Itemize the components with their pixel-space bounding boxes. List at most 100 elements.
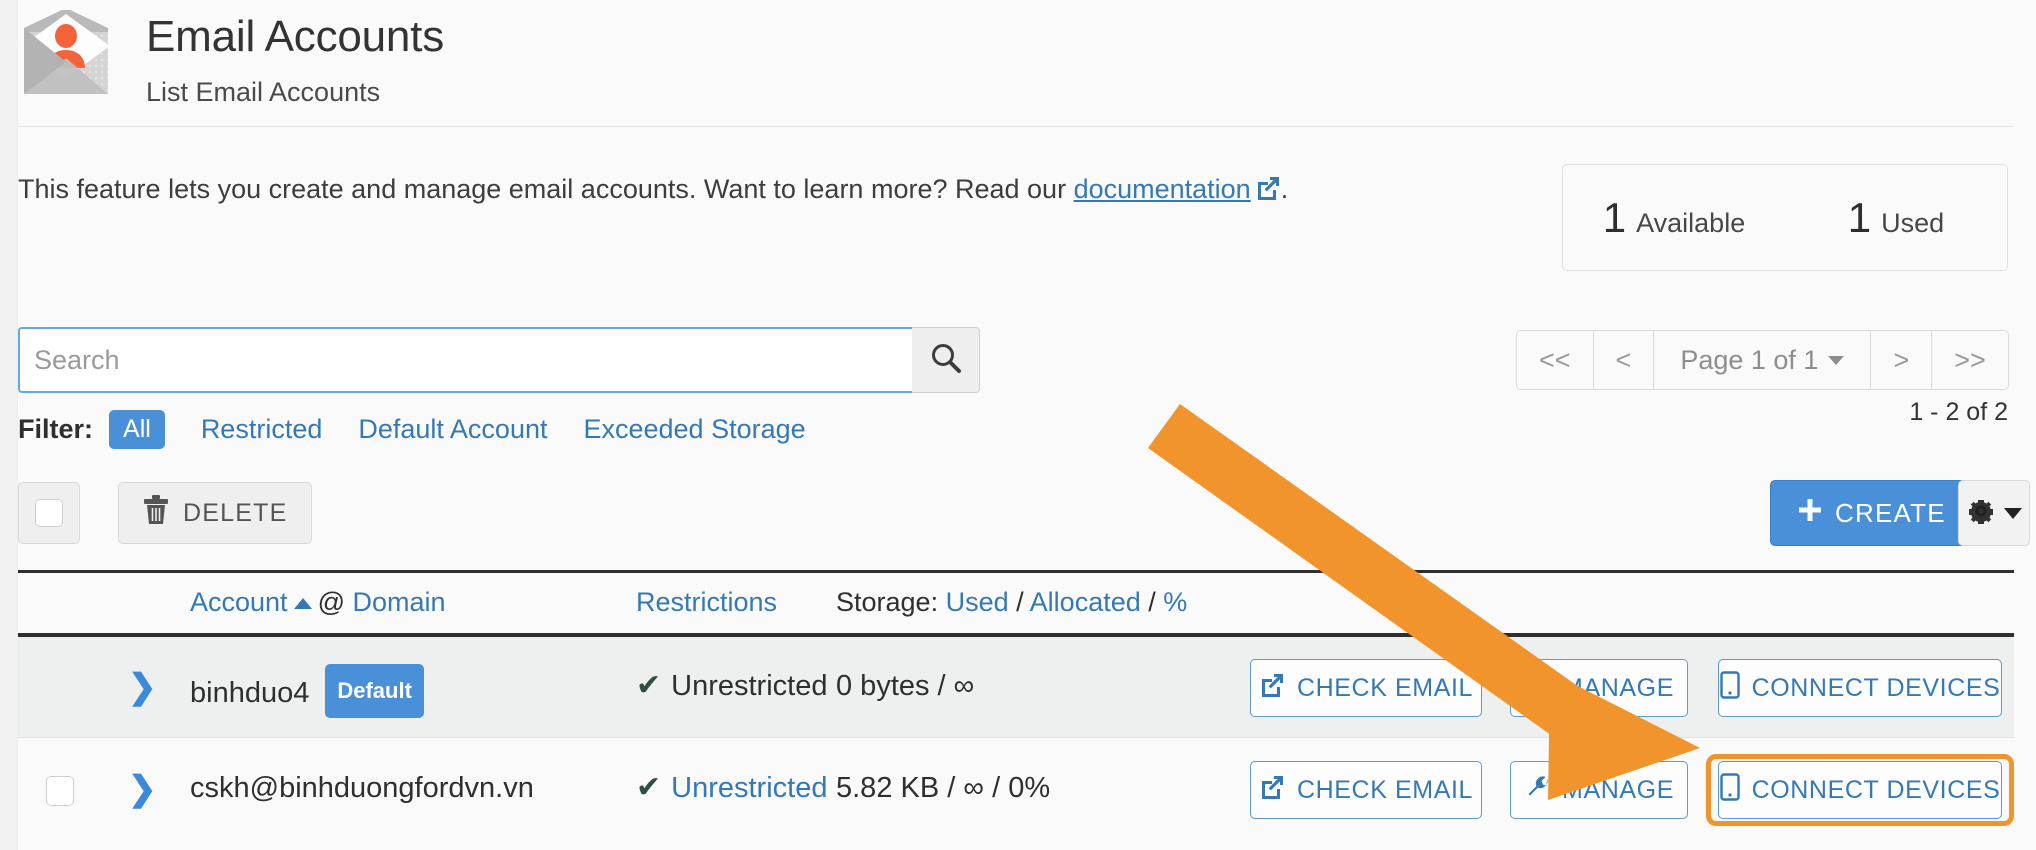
counter-available: 1 Available: [1563, 194, 1785, 242]
connect-devices-button[interactable]: CONNECT DEVICES: [1718, 761, 2002, 819]
intro-text-after: .: [1281, 174, 1289, 204]
filter-exceeded-storage[interactable]: Exceeded Storage: [583, 414, 805, 445]
expand-row-icon[interactable]: ❯: [128, 663, 157, 711]
header-divider: [18, 126, 2014, 127]
check-icon: ✔: [636, 771, 661, 804]
create-button-label: CREATE: [1835, 498, 1946, 529]
settings-dropdown-button[interactable]: [1958, 480, 2030, 546]
filter-label: Filter:: [18, 414, 93, 445]
intro-text-before: This feature lets you create and manage …: [18, 174, 1074, 204]
check-email-label: CHECK EMAIL: [1297, 776, 1473, 805]
plus-icon: [1797, 497, 1823, 530]
check-email-label: CHECK EMAIL: [1297, 674, 1473, 703]
column-header-account: Account @ Domain: [190, 587, 446, 618]
counter-available-number: 1: [1603, 194, 1626, 241]
pagination-next[interactable]: >: [1871, 331, 1932, 389]
connect-devices-label: CONNECT DEVICES: [1752, 776, 2001, 805]
row-restrictions-label[interactable]: Unrestricted: [671, 772, 827, 804]
row-restrictions: ✔ Unrestricted: [636, 664, 827, 708]
account-counters: 1 Available 1 Used: [1562, 164, 2008, 271]
row-account: cskh@binhduongfordvn.vn: [190, 766, 534, 810]
search-bar: [18, 327, 980, 393]
check-email-button[interactable]: CHECK EMAIL: [1250, 659, 1482, 717]
row-restrictions: ✔ Unrestricted: [636, 766, 827, 810]
external-link-icon: [1259, 774, 1285, 807]
connect-devices-button[interactable]: CONNECT DEVICES: [1718, 659, 2002, 717]
column-header-storage-prefix: Storage:: [836, 587, 938, 617]
pagination-page-label: Page 1 of 1: [1680, 345, 1818, 376]
page-title: Email Accounts: [146, 10, 444, 64]
chevron-down-icon: [2004, 508, 2022, 519]
counter-used-number: 1: [1848, 194, 1871, 241]
gear-icon: [1966, 496, 1996, 531]
trash-icon: [143, 495, 169, 532]
check-icon: ✔: [636, 669, 661, 702]
row-account-name: cskh@binhduongfordvn.vn: [190, 772, 534, 804]
email-account-icon: [22, 10, 110, 98]
external-link-icon: [1259, 672, 1285, 705]
column-header-storage-used[interactable]: Used: [946, 587, 1009, 617]
chevron-down-icon: [1828, 356, 1844, 365]
page-header: Email Accounts List Email Accounts: [18, 0, 2036, 126]
row-account: binhduo4 Default: [190, 664, 424, 718]
column-header-account-label[interactable]: Account: [190, 587, 288, 617]
check-email-button[interactable]: CHECK EMAIL: [1250, 761, 1482, 819]
counter-available-label: Available: [1636, 208, 1745, 238]
delete-button[interactable]: DELETE: [118, 482, 312, 544]
wrench-icon: [1524, 774, 1550, 807]
page-content: Email Accounts List Email Accounts This …: [18, 0, 2036, 850]
expand-row-icon[interactable]: ❯: [128, 765, 157, 813]
storage-sep-1: /: [1016, 587, 1024, 617]
pagination: << < Page 1 of 1 > >>: [1516, 330, 2009, 390]
pagination-range: 1 - 2 of 2: [1909, 398, 2008, 427]
mobile-device-icon: [1720, 773, 1740, 808]
pagination-page-select[interactable]: Page 1 of 1: [1654, 331, 1871, 389]
row-storage: 0 bytes / ∞: [836, 664, 974, 708]
table-row: ❯ binhduo4 Default ✔ Unrestricted 0 bytes …: [18, 637, 2014, 738]
table-header: Account @ Domain Restrictions Storage: Us…: [18, 573, 2014, 633]
page-root: Email Accounts List Email Accounts This …: [0, 0, 2036, 850]
external-link-icon[interactable]: [1255, 175, 1281, 209]
sort-ascending-icon: [294, 598, 312, 609]
counter-used-label: Used: [1881, 208, 1944, 238]
create-button[interactable]: CREATE: [1770, 480, 1973, 546]
row-storage: 5.82 KB / ∞ / 0%: [836, 766, 1050, 810]
search-icon: [929, 341, 963, 380]
row-account-name: binhduo4: [190, 677, 309, 709]
column-header-domain[interactable]: Domain: [353, 587, 446, 617]
column-header-storage-allocated[interactable]: Allocated: [1030, 587, 1141, 617]
connect-devices-label: CONNECT DEVICES: [1752, 674, 2001, 703]
table-row: ❯ cskh@binhduongfordvn.vn ✔Unrestricted …: [18, 739, 2014, 840]
filter-bar: Filter: All Restricted Default Account E…: [18, 408, 806, 450]
intro-text: This feature lets you create and manage …: [18, 172, 1288, 209]
column-header-restrictions[interactable]: Restrictions: [636, 587, 777, 618]
pagination-last[interactable]: >>: [1932, 331, 2008, 389]
page-subtitle: List Email Accounts: [146, 76, 380, 108]
filter-restricted[interactable]: Restricted: [201, 414, 323, 445]
left-gutter: [0, 0, 18, 850]
mobile-device-icon: [1720, 671, 1740, 706]
row-restrictions-label: Unrestricted: [671, 670, 827, 702]
pagination-first[interactable]: <<: [1517, 331, 1594, 389]
row-checkbox[interactable]: [46, 776, 74, 806]
manage-button[interactable]: MANAGE: [1510, 659, 1688, 717]
filter-default-account[interactable]: Default Account: [358, 414, 547, 445]
column-header-at: @: [318, 587, 345, 617]
column-header-storage-percent[interactable]: %: [1163, 587, 1187, 617]
manage-label: MANAGE: [1562, 776, 1674, 805]
manage-label: MANAGE: [1562, 674, 1674, 703]
wrench-icon: [1524, 672, 1550, 705]
select-all-checkbox[interactable]: [18, 482, 80, 544]
storage-sep-2: /: [1148, 587, 1156, 617]
counter-used: 1 Used: [1785, 194, 2007, 242]
delete-button-label: DELETE: [183, 499, 287, 528]
default-account-badge: Default: [325, 664, 424, 718]
documentation-link[interactable]: documentation: [1074, 174, 1251, 204]
manage-button[interactable]: MANAGE: [1510, 761, 1688, 819]
search-input[interactable]: [18, 327, 912, 393]
column-header-storage: Storage: Used / Allocated / %: [836, 587, 1187, 618]
filter-all[interactable]: All: [109, 410, 165, 449]
checkbox-icon: [35, 499, 63, 527]
pagination-prev[interactable]: <: [1594, 331, 1655, 389]
search-button[interactable]: [912, 327, 980, 393]
